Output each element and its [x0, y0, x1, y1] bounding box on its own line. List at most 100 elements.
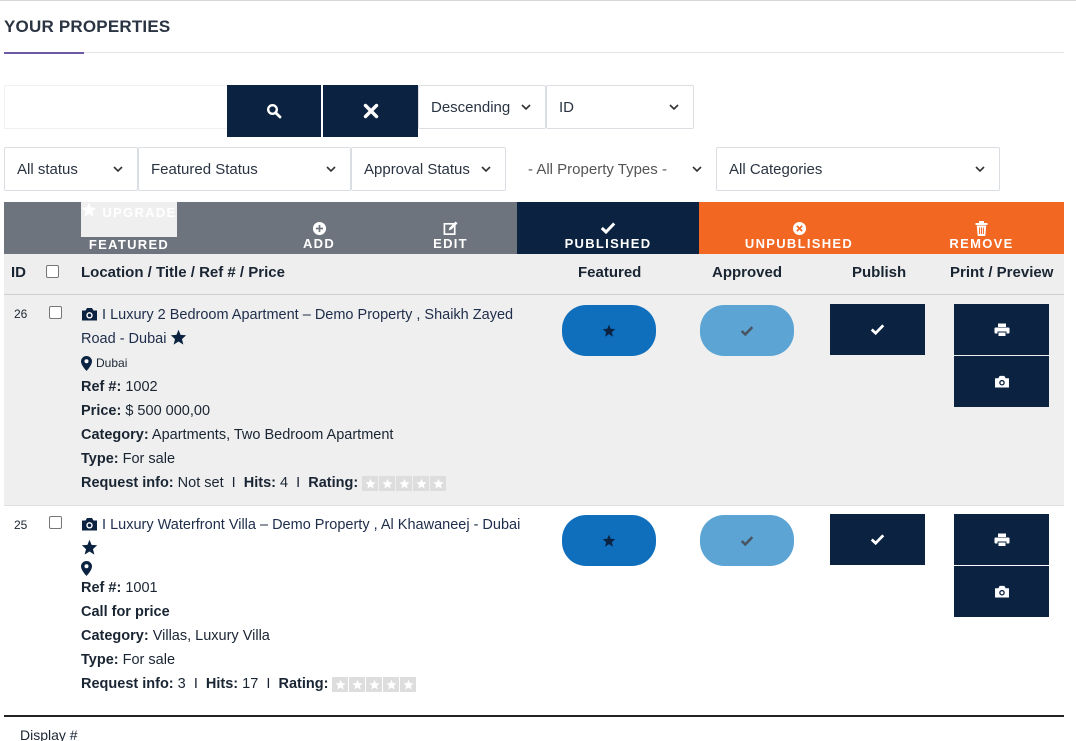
sort-order-value: Descending	[431, 98, 511, 116]
print-button[interactable]	[954, 514, 1049, 565]
header-print-preview: Print / Preview	[950, 264, 1054, 281]
property-info: I Luxury 2 Bedroom Apartment – Demo Prop…	[81, 303, 536, 495]
star-icon	[602, 324, 616, 337]
row-id: 26	[14, 307, 28, 321]
featured-toggle-button[interactable]	[562, 515, 656, 566]
title-line2: Road - Dubai	[81, 331, 167, 347]
map-marker-icon	[81, 561, 92, 576]
property-type-filter-value: - All Property Types -	[528, 160, 667, 178]
publish-toggle-button[interactable]	[830, 514, 925, 565]
property-ref: Ref #: 1002	[81, 379, 158, 395]
star-icon	[382, 478, 393, 489]
title-divider	[4, 52, 1064, 53]
row-id: 25	[14, 518, 28, 532]
title-prefix: I	[102, 517, 107, 533]
header-approved: Approved	[712, 264, 783, 281]
x-circle-icon	[792, 221, 806, 235]
remove-button[interactable]: REMOVE	[899, 202, 1064, 254]
star-icon	[335, 679, 346, 690]
property-category: Category: Apartments, Two Bedroom Apartm…	[81, 427, 394, 443]
property-price: Price: $ 500 000,00	[81, 403, 211, 419]
display-count-label: Display #	[20, 727, 78, 741]
print-button[interactable]	[954, 304, 1049, 355]
rating-stars[interactable]	[332, 676, 417, 692]
search-icon	[266, 103, 282, 119]
table-row: 25 I Luxury Waterfront Villa – Demo Prop…	[4, 506, 1064, 715]
star-icon	[352, 679, 363, 690]
clear-search-button[interactable]	[323, 85, 418, 137]
approval-filter-value: Approval Status	[364, 160, 470, 178]
chevron-down-icon	[113, 166, 123, 173]
check-icon	[870, 534, 885, 546]
camera-icon	[994, 375, 1009, 388]
chevron-down-icon	[975, 166, 985, 173]
featured-toggle-button[interactable]	[562, 305, 656, 356]
check-icon	[740, 535, 754, 546]
plus-circle-icon	[312, 221, 326, 235]
title-accent	[4, 52, 84, 54]
close-icon	[363, 103, 378, 119]
camera-icon	[82, 307, 97, 321]
preview-button[interactable]	[954, 566, 1049, 617]
star-icon	[365, 478, 376, 489]
property-info: I Luxury Waterfront Villa – Demo Propert…	[81, 513, 536, 696]
approved-toggle-button[interactable]	[700, 515, 794, 566]
title-prefix: I	[102, 307, 107, 323]
preview-button[interactable]	[954, 356, 1049, 407]
unpublished-button[interactable]: UNPUBLISHED	[699, 202, 899, 254]
header-featured: Featured	[578, 264, 642, 281]
upgrade-label-line1: UPGRADE	[102, 205, 177, 220]
property-title[interactable]: I Luxury 2 Bedroom Apartment – Demo Prop…	[81, 303, 536, 351]
property-category: Category: Villas, Luxury Villa	[81, 628, 270, 644]
chevron-down-icon	[669, 104, 679, 111]
header-publish: Publish	[852, 264, 907, 281]
table-row: 26 I Luxury 2 Bedroom Apartment – Demo P…	[4, 295, 1064, 505]
unpublished-label: UNPUBLISHED	[744, 236, 854, 251]
search-button[interactable]	[227, 85, 321, 137]
property-type-filter-select[interactable]: - All Property Types -	[506, 147, 716, 191]
featured-filter-select[interactable]: Featured Status	[138, 147, 351, 191]
check-icon	[600, 222, 616, 235]
property-title[interactable]: I Luxury Waterfront Villa – Demo Propert…	[81, 513, 536, 561]
property-stats: Request info: Not set I Hits: 4 I Rating…	[81, 471, 536, 495]
approved-toggle-button[interactable]	[700, 305, 794, 356]
star-icon	[369, 679, 380, 690]
edit-label: EDIT	[433, 236, 468, 251]
publish-toggle-button[interactable]	[830, 304, 925, 355]
title-line1: Luxury Waterfront Villa – Demo Property …	[110, 517, 521, 533]
row-checkbox[interactable]	[49, 516, 62, 529]
approval-filter-select[interactable]: Approval Status	[351, 147, 506, 191]
rating-stars[interactable]	[362, 475, 447, 491]
sort-order-select[interactable]: Descending	[418, 85, 546, 129]
title-line1: Luxury 2 Bedroom Apartment – Demo Proper…	[110, 307, 514, 323]
upgrade-featured-button[interactable]: UPGRADE FEATURED	[4, 202, 254, 254]
category-filter-select[interactable]: All Categories	[716, 147, 1000, 191]
property-type: Type: For sale	[81, 652, 176, 668]
select-all-checkbox[interactable]	[46, 265, 59, 278]
camera-icon	[82, 517, 97, 531]
edit-icon	[443, 220, 458, 235]
chevron-down-icon	[692, 166, 702, 173]
property-ref: Ref #: 1001	[81, 580, 158, 596]
property-location	[81, 561, 536, 576]
edit-button[interactable]: EDIT	[384, 202, 517, 254]
star-icon	[171, 329, 187, 345]
search-input[interactable]	[4, 85, 228, 129]
location-text: Dubai	[96, 356, 128, 370]
property-stats: Request info: 3 I Hits: 17 I Rating:	[81, 672, 536, 696]
table-bottom-border	[4, 715, 1064, 717]
chevron-down-icon	[326, 166, 336, 173]
row-checkbox[interactable]	[49, 306, 62, 319]
published-button[interactable]: PUBLISHED	[517, 202, 699, 254]
star-icon	[82, 202, 97, 217]
check-icon	[740, 325, 754, 336]
camera-icon	[994, 585, 1009, 598]
page-title: YOUR PROPERTIES	[4, 17, 171, 36]
add-label: ADD	[302, 236, 336, 251]
add-button[interactable]: ADD	[254, 202, 384, 254]
star-icon	[81, 539, 98, 555]
status-filter-select[interactable]: All status	[4, 147, 138, 191]
trash-icon	[975, 220, 988, 236]
sort-field-select[interactable]: ID	[546, 85, 694, 129]
check-icon	[870, 324, 885, 336]
